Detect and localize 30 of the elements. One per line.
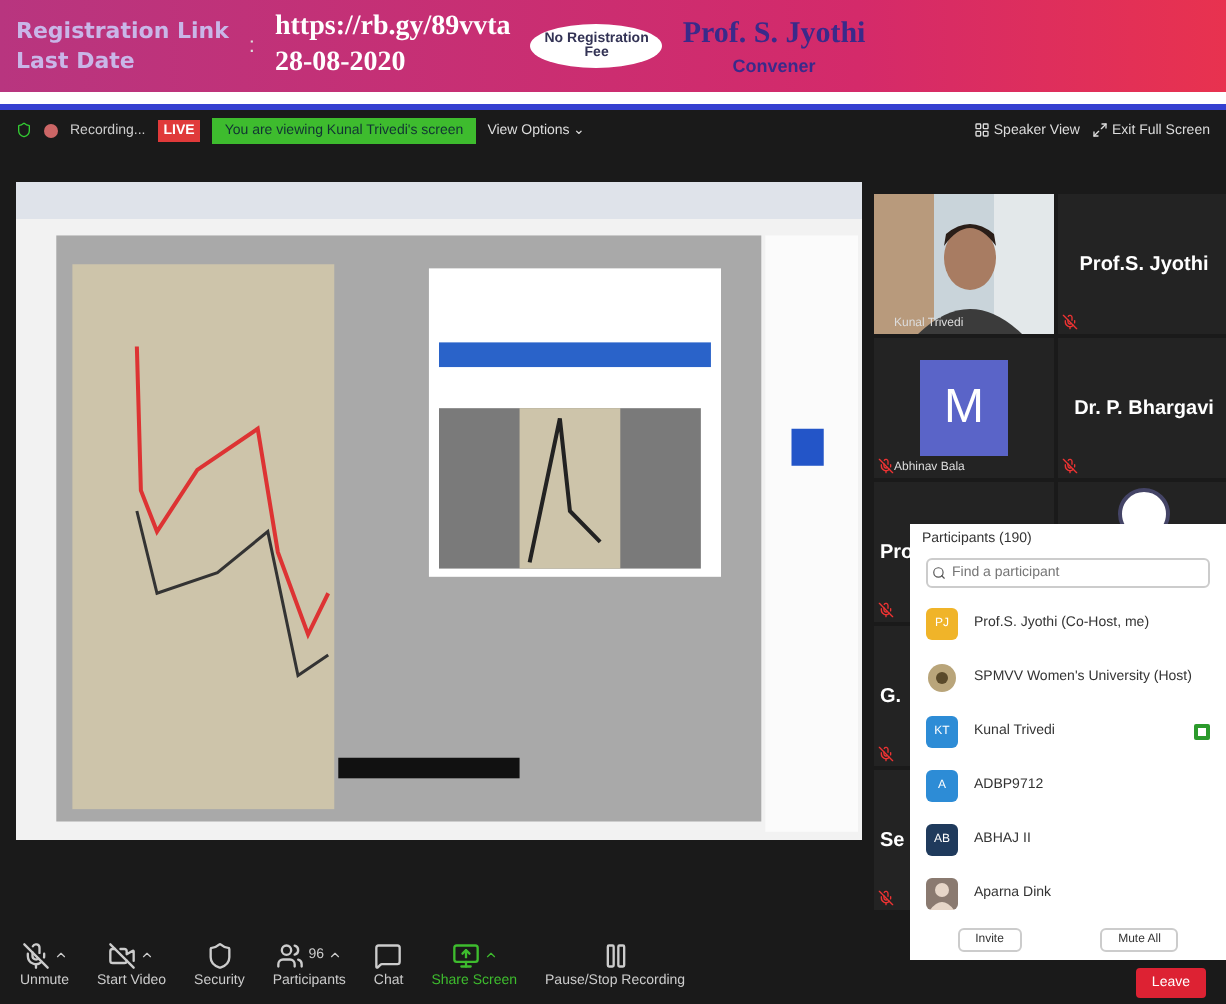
caret-icon[interactable] — [140, 948, 155, 962]
participant-name: Dr. P. Bhargavi — [1074, 397, 1214, 419]
caret-icon[interactable] — [483, 948, 498, 962]
participant-name: Prof.S. Jyothi — [1079, 253, 1209, 275]
participants-icon — [276, 941, 305, 969]
grid-icon — [973, 122, 990, 138]
participant-name: Se — [880, 829, 905, 851]
security-icon — [205, 941, 234, 969]
shield-icon[interactable] — [16, 122, 32, 138]
banner-label: Registration Link — [16, 18, 229, 44]
participant-name: G. — [880, 685, 902, 707]
record-icon — [601, 941, 630, 969]
caret-icon[interactable] — [328, 948, 343, 962]
banner-value: https://rb.gy/89vvta — [274, 12, 511, 44]
caret-icon[interactable] — [53, 948, 68, 962]
record-dot-icon — [44, 123, 58, 137]
expand-icon — [1091, 122, 1108, 138]
person-avatar-icon — [926, 877, 958, 909]
chat-icon — [374, 941, 403, 969]
video-icon — [108, 941, 137, 969]
avatar-initial: M — [920, 360, 1008, 456]
colon: : — [248, 34, 255, 58]
convener-name: Prof. S. Jyothi — [682, 17, 866, 51]
search-icon — [932, 566, 946, 580]
banner-label: Last Date — [16, 48, 137, 74]
share-icon — [451, 941, 480, 969]
convener-role: Convener — [730, 55, 818, 75]
emblem-icon — [926, 661, 958, 693]
mic-icon — [21, 941, 50, 969]
banner-value: 28-08-2020 — [274, 48, 408, 80]
